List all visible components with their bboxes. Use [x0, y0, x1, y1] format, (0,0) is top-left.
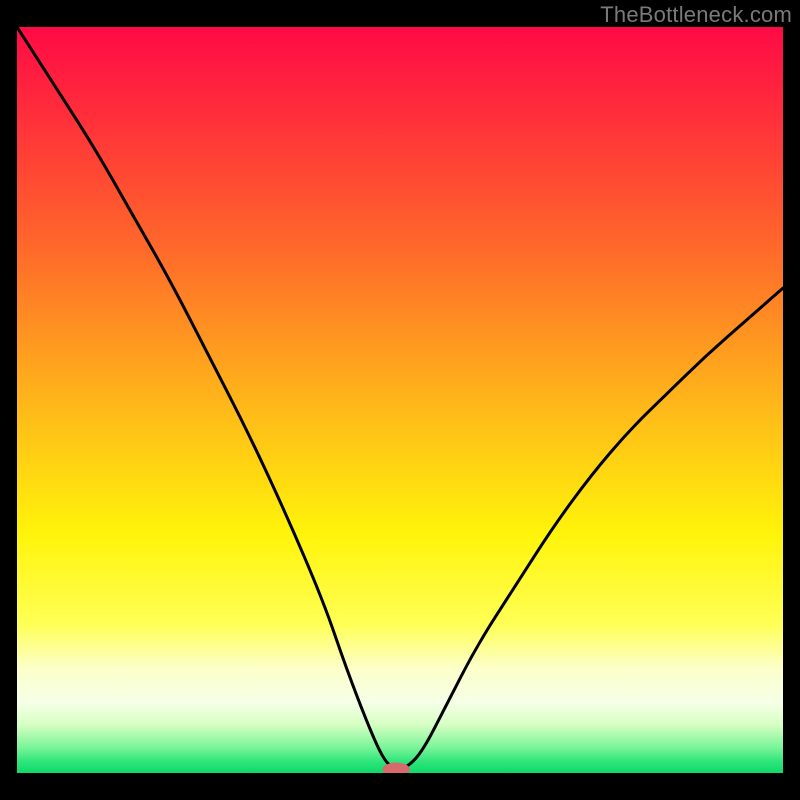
watermark-text: TheBottleneck.com: [600, 2, 792, 28]
gradient-background: [17, 27, 783, 773]
chart-svg: [17, 27, 783, 773]
plot-area: [17, 27, 783, 773]
chart-frame: TheBottleneck.com: [0, 0, 800, 800]
